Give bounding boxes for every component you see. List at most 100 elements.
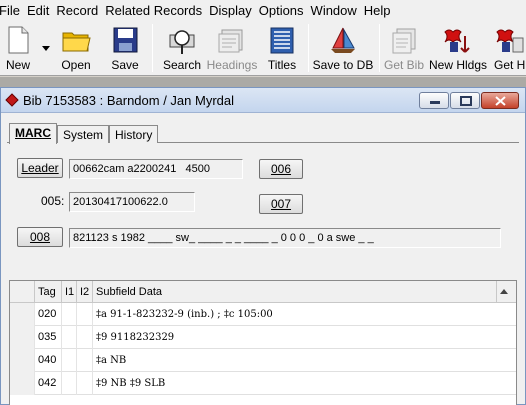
menu-file[interactable]: File	[0, 3, 28, 18]
floppy-disk-icon	[113, 27, 138, 53]
row-selector[interactable]	[10, 326, 35, 349]
window-title: Bib 7153583 : Barndom / Jan Myrdal	[23, 92, 235, 108]
field-006-button[interactable]: 006	[259, 159, 303, 179]
cell-i2[interactable]	[77, 303, 93, 326]
new-holdings-icon	[444, 29, 470, 53]
save-to-db-label: Save to DB	[312, 58, 374, 72]
save-button[interactable]: Save	[104, 20, 146, 76]
new-button[interactable]: New	[0, 20, 36, 76]
close-button[interactable]	[481, 92, 519, 109]
cell-i1[interactable]	[62, 303, 77, 326]
get-bib-label: Get Bib	[384, 58, 425, 72]
row-selector-header	[10, 281, 35, 303]
field-005-value[interactable]: 20130417100622.0	[69, 192, 195, 212]
new-holdings-label: New Hldgs	[428, 58, 488, 72]
grid-header: Tag I1 I2 Subfield Data	[10, 281, 516, 303]
cell-subfield-data[interactable]: ‡9 9118232329	[93, 326, 516, 349]
menu-record[interactable]: Record	[56, 3, 106, 18]
field-008-value[interactable]: 821123 s 1982 ____ sw_ ____ _ _ ____ _ 0…	[69, 228, 501, 248]
leader-field[interactable]: 00662cam a2200241 4500	[69, 159, 243, 179]
new-document-icon	[8, 26, 29, 54]
minimize-button[interactable]	[419, 92, 449, 109]
cell-tag[interactable]: 040	[35, 349, 62, 372]
cell-i2[interactable]	[77, 326, 93, 349]
headings-label: Headings	[206, 58, 258, 72]
get-bib-icon	[392, 28, 416, 54]
restore-button[interactable]	[450, 92, 480, 109]
bib-record-window: Bib 7153583 : Barndom / Jan Myrdal MARC …	[0, 87, 526, 405]
open-label: Open	[61, 58, 91, 72]
close-icon	[495, 96, 506, 106]
row-selector[interactable]	[10, 349, 35, 372]
table-row[interactable]: 035 ‡9 9118232329	[10, 326, 516, 349]
row-selector[interactable]	[10, 372, 35, 395]
menu-help[interactable]: Help	[364, 3, 399, 18]
search-icon	[169, 30, 195, 54]
titles-button[interactable]: Titles	[262, 20, 302, 76]
cell-i1[interactable]	[62, 349, 77, 372]
marc-fields-grid: Tag I1 I2 Subfield Data 020 ‡a 91-1-8232…	[9, 280, 517, 405]
tab-history[interactable]: History	[109, 125, 159, 143]
window-controls	[419, 92, 519, 109]
menu-display[interactable]: Display	[209, 3, 260, 18]
row-selector[interactable]	[10, 303, 35, 326]
tab-strip: MARC System History	[9, 123, 159, 144]
headings-button[interactable]: Headings	[206, 20, 258, 76]
get-bib-button[interactable]: Get Bib	[384, 20, 424, 76]
new-holdings-button[interactable]: New Hldgs	[428, 20, 488, 76]
cell-subfield-data[interactable]: ‡a 91-1-823232-9 (inb.) ; ‡c 105:00	[93, 303, 516, 326]
header-tag[interactable]: Tag	[35, 281, 62, 303]
header-i1[interactable]: I1	[62, 281, 77, 303]
get-holdings-icon	[496, 29, 524, 53]
sort-up-icon	[500, 289, 508, 294]
field-005-label: 005:	[41, 194, 65, 208]
folder-open-icon	[62, 32, 91, 52]
titles-icon	[270, 27, 294, 54]
field-007-button[interactable]: 007	[259, 194, 303, 214]
menu-bar: File Edit Record Related Records Display…	[0, 0, 526, 20]
toolbar: New Open Save Search Headings Titles Sav…	[0, 20, 526, 76]
save-to-db-button[interactable]: Save to DB	[312, 20, 374, 76]
menu-edit[interactable]: Edit	[27, 3, 57, 18]
restore-icon	[460, 96, 472, 106]
chevron-down-icon[interactable]	[42, 46, 50, 51]
headings-icon	[218, 29, 243, 53]
titles-label: Titles	[267, 58, 297, 72]
record-diamond-icon	[5, 93, 19, 107]
toolbar-separator	[308, 24, 309, 72]
search-label: Search	[162, 58, 202, 72]
open-button[interactable]: Open	[54, 20, 98, 76]
cell-tag[interactable]: 020	[35, 303, 62, 326]
get-holdings-button[interactable]: Get Hldgs	[490, 20, 526, 76]
cell-i1[interactable]	[62, 326, 77, 349]
cell-subfield-data[interactable]: ‡a NB	[93, 349, 516, 372]
search-button[interactable]: Search	[160, 20, 204, 76]
get-holdings-label: Get Hldgs	[494, 58, 526, 72]
cell-tag[interactable]: 042	[35, 372, 62, 395]
menu-related-records[interactable]: Related Records	[105, 3, 210, 18]
table-row[interactable]: 042 ‡9 NB ‡9 SLB	[10, 372, 516, 395]
table-row[interactable]: 020 ‡a 91-1-823232-9 (inb.) ; ‡c 105:00	[10, 303, 516, 326]
cell-i1[interactable]	[62, 372, 77, 395]
field-008-button[interactable]: 008	[17, 227, 63, 247]
cell-tag[interactable]: 035	[35, 326, 62, 349]
cell-subfield-data[interactable]: ‡9 NB ‡9 SLB	[93, 372, 516, 395]
toolbar-separator	[379, 24, 380, 72]
tab-marc[interactable]: MARC	[9, 123, 57, 144]
window-titlebar[interactable]: Bib 7153583 : Barndom / Jan Myrdal	[1, 88, 525, 113]
header-i2[interactable]: I2	[77, 281, 93, 303]
minimize-icon	[430, 101, 440, 104]
toolbar-separator	[152, 24, 153, 72]
sailboat-icon	[331, 27, 355, 53]
new-label: New	[5, 58, 30, 72]
cell-i2[interactable]	[77, 372, 93, 395]
tab-system[interactable]: System	[57, 125, 110, 143]
save-label: Save	[111, 58, 139, 72]
header-subfield-data[interactable]: Subfield Data	[93, 281, 497, 303]
cell-i2[interactable]	[77, 349, 93, 372]
table-row[interactable]: 040 ‡a NB	[10, 349, 516, 372]
leader-button[interactable]: Leader	[17, 158, 63, 178]
menu-options[interactable]: Options	[259, 3, 312, 18]
mdi-workspace: Bib 7153583 : Barndom / Jan Myrdal MARC …	[0, 77, 526, 405]
menu-window[interactable]: Window	[311, 3, 365, 18]
